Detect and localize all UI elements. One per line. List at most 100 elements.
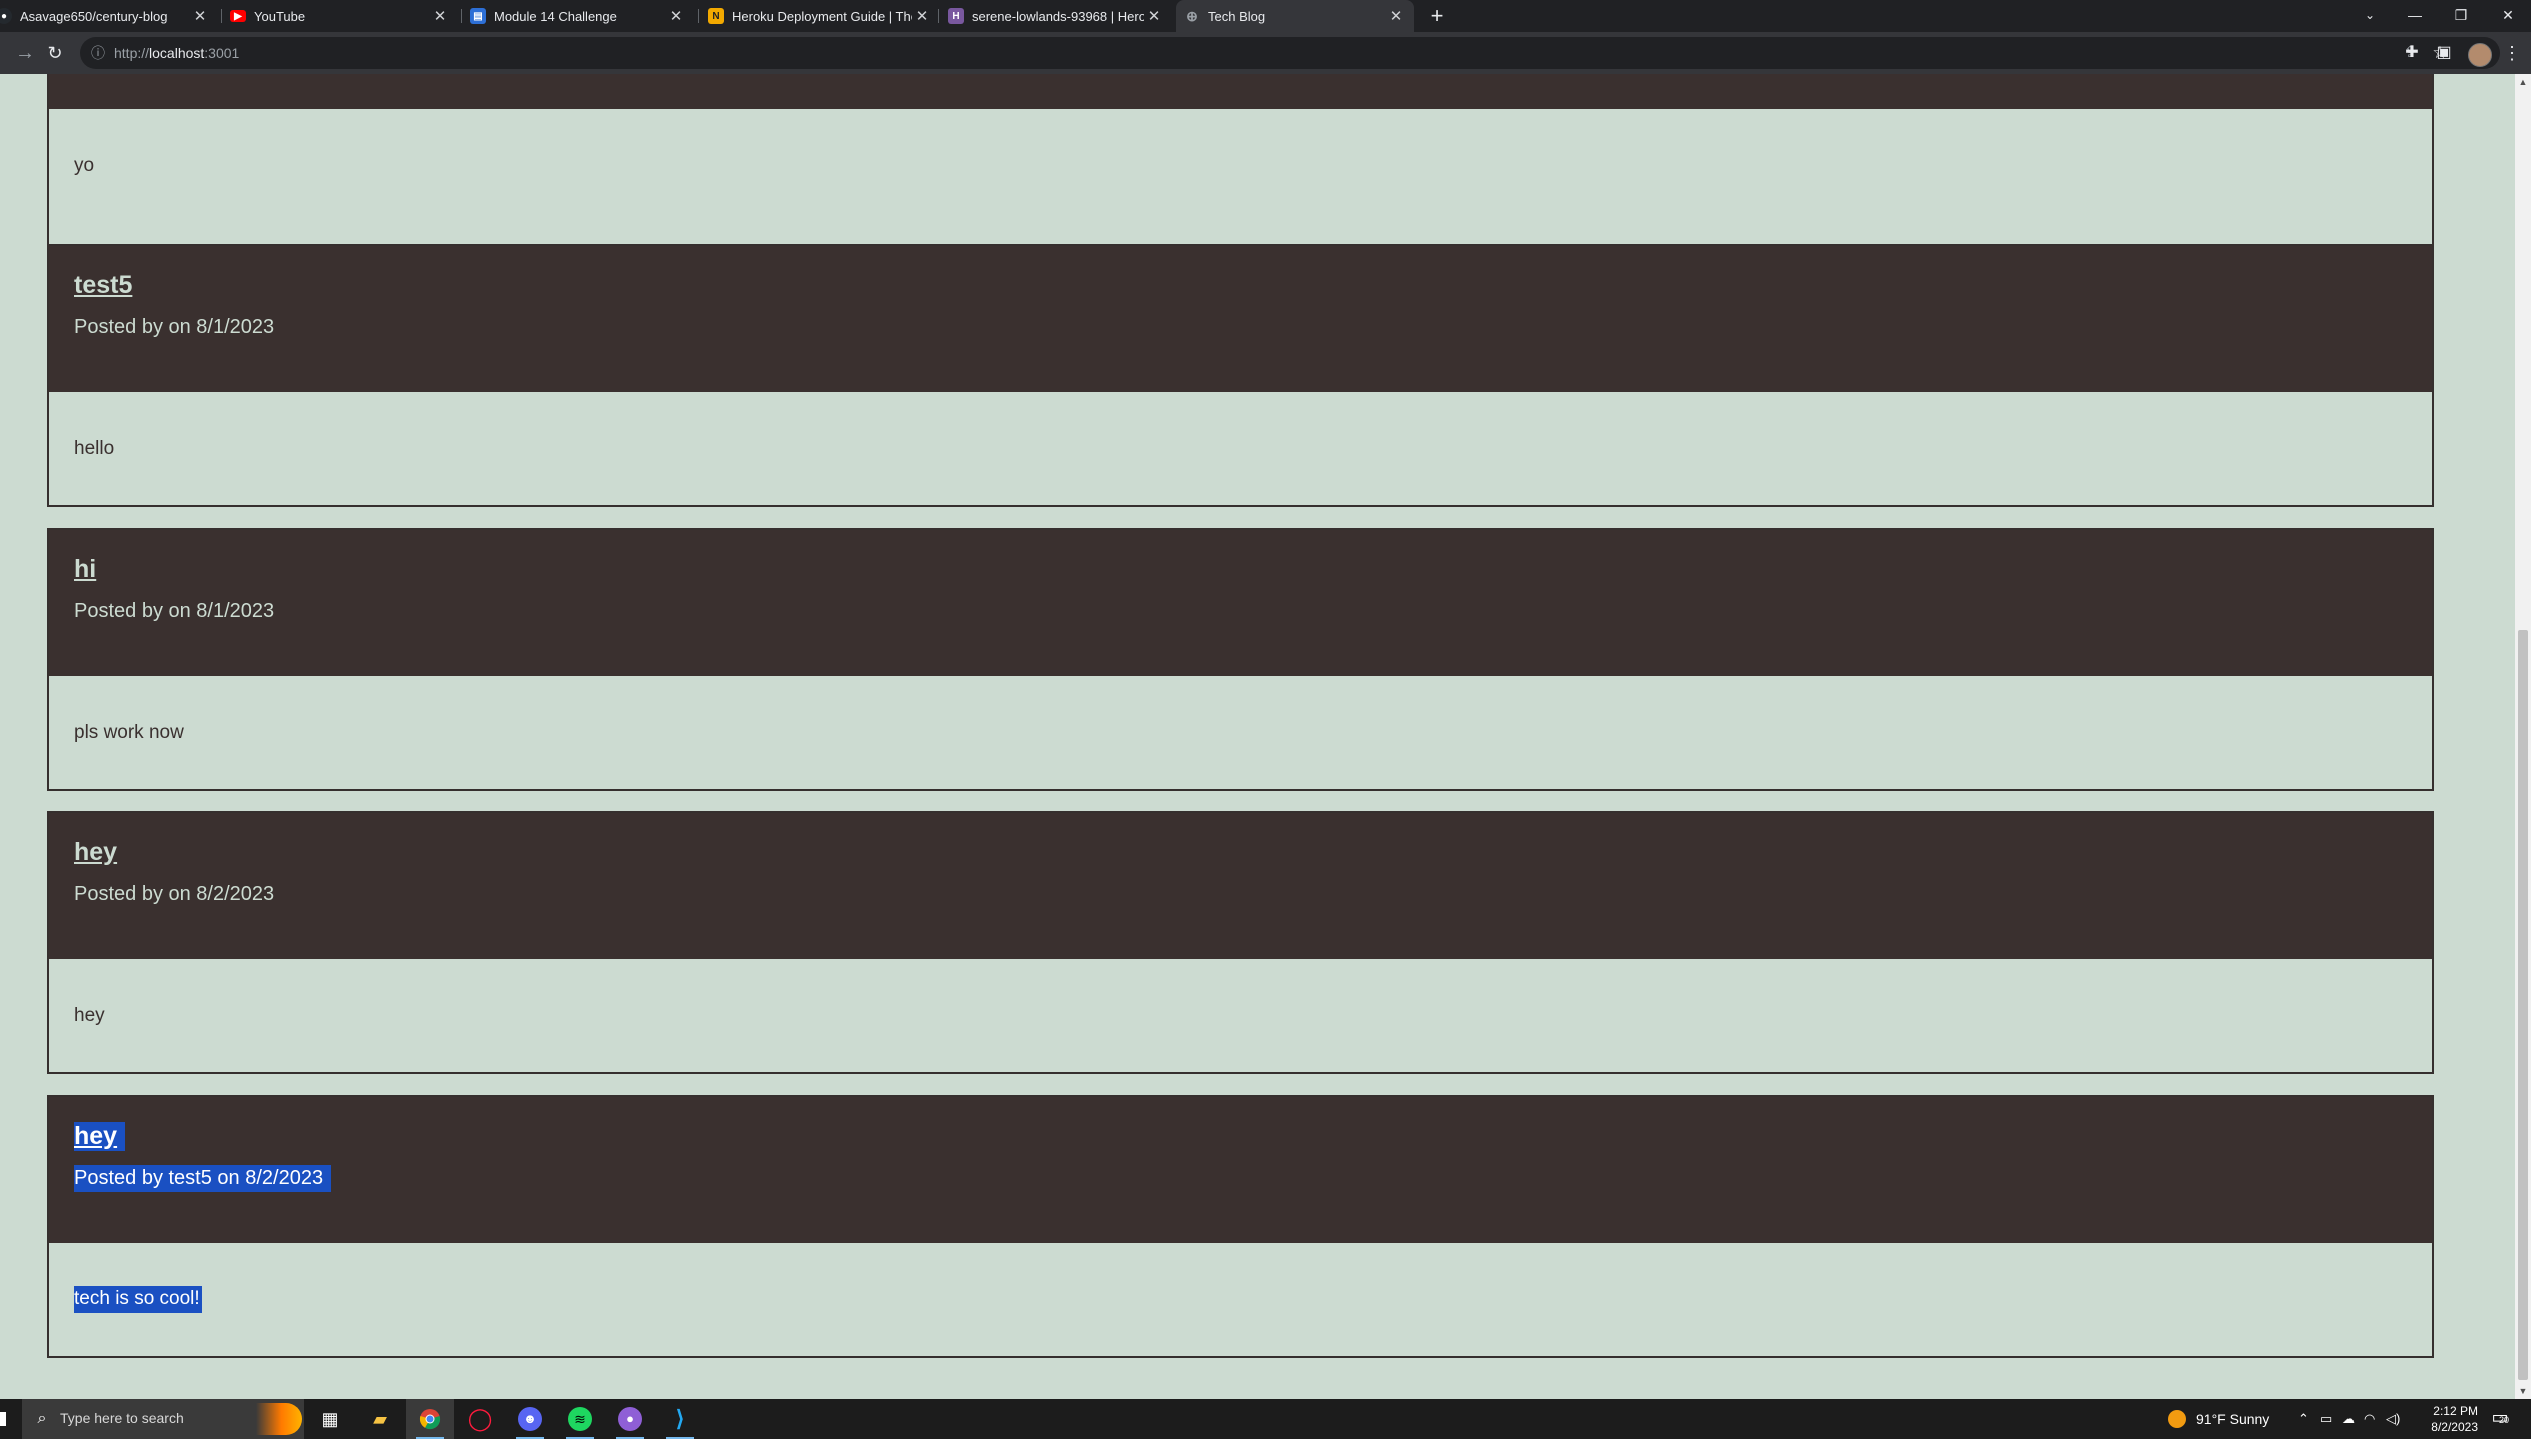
weather-widget[interactable]: 91°F Sunny	[2168, 1399, 2269, 1439]
post-title-link[interactable]: test5	[74, 271, 132, 300]
post-meta: Posted by on 8/1/2023	[74, 316, 275, 338]
opera-gx-icon[interactable]: ◯	[456, 1399, 504, 1439]
post-body-text: tech is so cool!	[74, 1286, 202, 1313]
tab-search-icon[interactable]: ⌄	[2347, 0, 2393, 32]
address-bar[interactable]: ⓘ http://localhost:3001 ⇪ ☆	[80, 37, 2500, 69]
tab-title: Asavage650/century-blog	[20, 8, 168, 24]
post-body-text: hey	[74, 1004, 105, 1026]
close-tab-icon[interactable]: ✕	[912, 7, 932, 25]
file-explorer-icon[interactable]: ▰	[356, 1399, 404, 1439]
post-card: hey Posted by on 8/2/2023 hey	[47, 811, 2434, 1074]
bootcamp-icon: ▤	[470, 8, 486, 24]
post-header: test5 Posted by on 8/1/2023	[49, 246, 2432, 392]
restore-icon[interactable]: ❐	[2438, 0, 2484, 32]
weather-text: 91°F Sunny	[2196, 1411, 2270, 1427]
post-card: yo	[47, 74, 2434, 262]
start-button[interactable]	[0, 1399, 22, 1439]
tab-separator	[938, 9, 939, 23]
post-card: hey Posted by test5 on 8/2/2023 tech is …	[47, 1095, 2434, 1358]
minimize-icon[interactable]: —	[2392, 0, 2438, 32]
close-tab-icon[interactable]: ✕	[190, 7, 210, 25]
post-body: hello	[49, 392, 2432, 505]
post-header: hi Posted by on 8/1/2023	[49, 530, 2432, 676]
tab-heroku-guide[interactable]: N Heroku Deployment Guide | The ✕	[700, 0, 940, 32]
tab-separator	[698, 9, 699, 23]
search-icon: ⌕	[37, 1410, 47, 1427]
scroll-up-arrow-icon[interactable]: ▲	[2515, 74, 2531, 90]
post-header: hey Posted by test5 on 8/2/2023	[49, 1097, 2432, 1243]
post-meta: Posted by test5 on 8/2/2023	[74, 1165, 2432, 1192]
forward-arrow-icon[interactable]: →	[12, 40, 38, 66]
windows-logo-icon	[0, 1412, 6, 1426]
close-tab-icon[interactable]: ✕	[430, 7, 450, 25]
spotify-logo-shape: ≋	[568, 1407, 592, 1431]
post-body: yo	[49, 109, 2432, 222]
post-header: hey Posted by on 8/2/2023	[49, 813, 2432, 959]
youtube-icon: ▶	[230, 10, 246, 22]
site-info-icon[interactable]: ⓘ	[90, 45, 106, 61]
onedrive-cloud-icon[interactable]: ☁	[2342, 1399, 2355, 1439]
tab-youtube[interactable]: ▶ YouTube ✕	[222, 0, 458, 32]
windows-taskbar: ⌕ Type here to search ▦ ▰ ◯ ☻ ≋ ● ⟩ 91°F…	[0, 1399, 2531, 1439]
github-desktop-logo-shape: ●	[618, 1407, 642, 1431]
reload-icon[interactable]: ↻	[42, 40, 68, 66]
url-scheme: http://	[114, 45, 150, 61]
notification-center-icon[interactable]: ▭ 20	[2485, 1407, 2515, 1431]
sun-icon	[2168, 1410, 2186, 1428]
github-desktop-icon[interactable]: ●	[606, 1399, 654, 1439]
close-tab-icon[interactable]: ✕	[1386, 7, 1406, 25]
tab-module-14-challenge[interactable]: ▤ Module 14 Challenge ✕	[462, 0, 694, 32]
tab-title: YouTube	[254, 8, 306, 24]
url-host: localhost	[149, 45, 205, 61]
post-title-link[interactable]: hey	[74, 838, 117, 867]
github-icon: ●	[0, 8, 12, 24]
tab-title: Tech Blog	[1208, 8, 1266, 24]
profile-avatar[interactable]	[2468, 43, 2492, 67]
volume-icon[interactable]: ◁)	[2386, 1399, 2400, 1439]
discord-icon[interactable]: ☻	[506, 1399, 554, 1439]
url-port: :3001	[204, 45, 240, 61]
heroku-icon: H	[948, 8, 964, 24]
post-body-text: yo	[74, 154, 95, 176]
post-body: hey	[49, 959, 2432, 1072]
guide-icon: N	[708, 8, 724, 24]
show-hidden-icons-icon[interactable]: ⌃	[2298, 1399, 2309, 1439]
clock-time: 2:12 PM	[2433, 1404, 2478, 1418]
tab-heroku-app[interactable]: H serene-lowlands-93968 | Heroku ✕	[940, 0, 1172, 32]
page-scrollbar[interactable]: ▲ ▼	[2515, 74, 2531, 1399]
tab-github-repo[interactable]: ● Asavage650/century-blog ✕	[0, 0, 218, 32]
tab-tech-blog[interactable]: ⊕ Tech Blog ✕	[1176, 0, 1414, 32]
vscode-icon[interactable]: ⟩	[656, 1399, 704, 1439]
close-window-icon[interactable]: ✕	[2485, 0, 2531, 32]
task-view-icon[interactable]: ▦	[306, 1399, 354, 1439]
post-body-text: pls work now	[74, 721, 184, 743]
spotify-icon[interactable]: ≋	[556, 1399, 604, 1439]
close-tab-icon[interactable]: ✕	[1144, 7, 1164, 25]
post-title-link[interactable]: hey	[74, 1122, 126, 1151]
post-body-text: hello	[74, 437, 115, 459]
taskbar-search-box[interactable]: ⌕ Type here to search	[22, 1399, 304, 1439]
side-panel-icon[interactable]: ▣	[2432, 41, 2456, 65]
blog-page: yo test5 Posted by on 8/1/2023 hello hi …	[0, 74, 2515, 1399]
extensions-puzzle-icon[interactable]: ✚	[2400, 41, 2424, 65]
close-tab-icon[interactable]: ✕	[666, 7, 686, 25]
discord-logo-shape: ☻	[518, 1407, 542, 1431]
notification-count: 20	[2499, 1415, 2510, 1425]
chrome-icon[interactable]	[406, 1399, 454, 1439]
post-body: tech is so cool!	[49, 1243, 2432, 1356]
browser-tab-strip: ● Asavage650/century-blog ✕ ▶ YouTube ✕ …	[0, 0, 2531, 32]
post-meta: Posted by on 8/1/2023	[74, 600, 275, 622]
new-tab-button[interactable]: +	[1425, 4, 1449, 28]
battery-icon[interactable]: ▭	[2320, 1399, 2332, 1439]
post-title-link[interactable]: hi	[74, 555, 96, 584]
clock-date: 8/2/2023	[2431, 1420, 2478, 1434]
browser-toolbar: → ↻ ⓘ http://localhost:3001 ⇪ ☆ ✚ ▣ ⋮	[0, 32, 2531, 75]
globe-icon: ⊕	[1186, 7, 1198, 24]
system-clock[interactable]: 2:12 PM 8/2/2023	[2418, 1403, 2478, 1435]
wifi-icon[interactable]: ◠	[2364, 1399, 2375, 1439]
menu-kebab-icon[interactable]: ⋮	[2500, 41, 2524, 65]
tab-title: Module 14 Challenge	[494, 8, 617, 24]
scrollbar-thumb[interactable]	[2518, 630, 2528, 1380]
search-highlight-image	[256, 1403, 302, 1435]
scroll-down-arrow-icon[interactable]: ▼	[2515, 1383, 2531, 1399]
